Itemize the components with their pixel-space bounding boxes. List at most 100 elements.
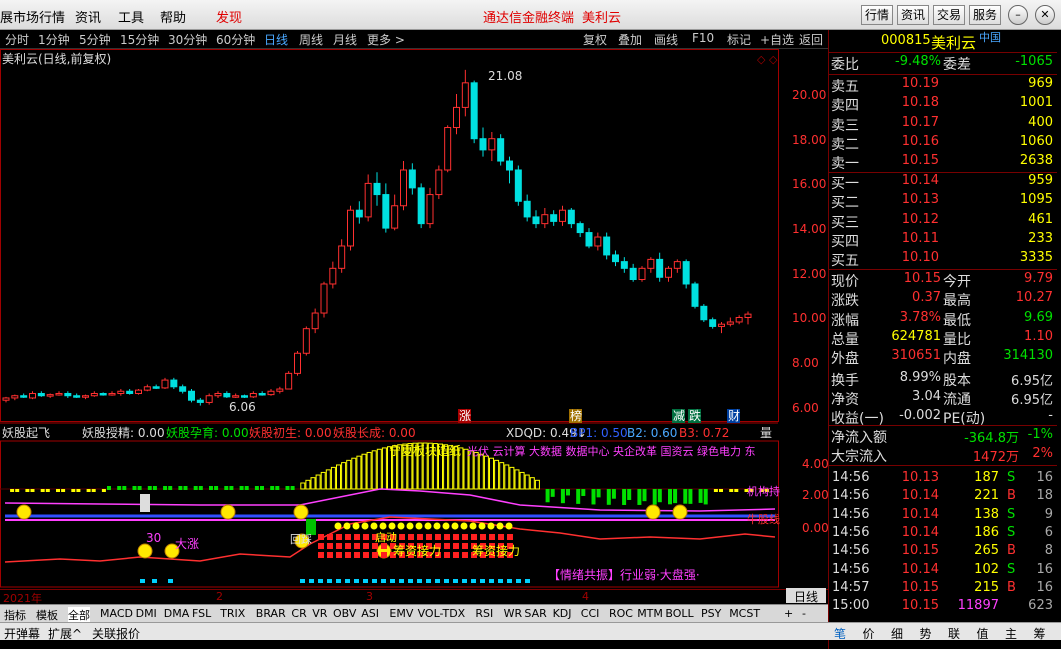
menu-tools[interactable]: 工具 <box>118 7 144 26</box>
period-7[interactable]: 日线 <box>264 31 288 48</box>
indicator-tab[interactable]: EMV <box>389 607 413 620</box>
chart-label: 美利云(日线,前复权) <box>2 51 111 66</box>
panel-tab[interactable]: 主 <box>1005 625 1017 642</box>
tool-fq[interactable]: 复权 <box>583 31 607 48</box>
tool-overlay[interactable]: 叠加 <box>618 31 642 48</box>
indicator-bar <box>137 486 142 490</box>
panel-tab[interactable]: 势 <box>920 625 932 642</box>
period-2[interactable]: 1分钟 <box>38 31 70 48</box>
add-indicator-icon[interactable]: + <box>784 607 793 620</box>
candle <box>426 187 434 229</box>
indicator-bar <box>673 489 678 504</box>
tool-add-fav[interactable]: +自选 <box>760 31 794 48</box>
signal-dot <box>505 522 513 530</box>
indicator-tab[interactable]: 全部 <box>68 607 90 623</box>
period-label[interactable]: 日线 <box>786 588 826 604</box>
indicator-bar <box>668 489 672 505</box>
tool-draw[interactable]: 画线 <box>654 31 678 48</box>
indicator-tab[interactable]: FSL <box>192 607 211 620</box>
buy-row[interactable]: 买三 10.12 461 <box>829 212 1057 231</box>
minimize-icon[interactable]: – <box>1008 5 1028 25</box>
menu-news[interactable]: 资讯 <box>75 7 101 26</box>
indicator-tab[interactable]: TRIX <box>220 607 245 620</box>
chart-area[interactable]: 美利云(日线,前复权) ◇ ◇ 20.00 18.00 16.00 14.00 … <box>0 49 829 604</box>
buy-row[interactable]: 买一 10.14 959 <box>829 173 1057 192</box>
signal-mark <box>453 579 458 583</box>
marker-zhang[interactable]: 涨 <box>459 408 471 423</box>
period-6[interactable]: 60分钟 <box>216 31 255 48</box>
tab-danmu[interactable]: 开弹幕 <box>4 625 40 642</box>
tick-row: 14:56 10.13 187 S 16 <box>832 470 1053 485</box>
diamond-icon[interactable]: ◇ ◇ <box>757 53 778 66</box>
indicator-bar <box>91 489 96 492</box>
tab-expand[interactable]: 扩展^ <box>48 625 82 642</box>
indicator-tab[interactable]: 模板 <box>36 607 58 623</box>
indicator-tab[interactable]: WR <box>504 607 523 620</box>
marker-bang[interactable]: 榜 <box>570 408 582 423</box>
sell-row[interactable]: 卖一 10.15 2638 <box>829 153 1057 172</box>
panel-tab[interactable]: 联 <box>948 625 960 642</box>
period-3[interactable]: 5分钟 <box>79 31 111 48</box>
weicha-label: 委差 <box>943 57 971 73</box>
indicator-tab[interactable]: MCST <box>729 607 760 620</box>
indicator-tab[interactable]: CR <box>291 607 306 620</box>
sell-row[interactable]: 卖二 10.16 1060 <box>829 134 1057 153</box>
indicator-tab[interactable]: ASI <box>361 607 379 620</box>
indicator-tab[interactable]: RSI <box>475 607 493 620</box>
tool-back[interactable]: 返回 <box>799 31 823 48</box>
period-4[interactable]: 15分钟 <box>120 31 159 48</box>
tab-related[interactable]: 关联报价 <box>92 625 140 642</box>
panel-tab[interactable]: 筹 <box>1034 625 1046 642</box>
period-8[interactable]: 周线 <box>299 31 323 48</box>
indicator-bar <box>76 489 81 492</box>
period-1[interactable]: 分时 <box>5 31 29 48</box>
period-9[interactable]: 月线 <box>333 31 357 48</box>
indicator-tab[interactable]: 指标 <box>4 607 26 623</box>
indicator-tab[interactable]: BOLL <box>665 607 693 620</box>
menu-discover[interactable]: 发现 <box>216 7 242 26</box>
panel-tab[interactable]: 价 <box>863 625 875 642</box>
btn-service[interactable]: 服务 <box>969 5 1001 25</box>
indicator-tab[interactable]: MACD <box>100 607 133 620</box>
sell-row[interactable]: 卖五 10.19 969 <box>829 76 1057 95</box>
indicator-tab[interactable]: VR <box>312 607 327 620</box>
panel-tab[interactable]: 笔 <box>834 625 846 642</box>
panel-tab[interactable]: 细 <box>891 625 903 642</box>
sell-row[interactable]: 卖三 10.17 400 <box>829 115 1057 134</box>
tool-f10[interactable]: F10 <box>692 31 714 45</box>
marker-die[interactable]: 跌 <box>689 408 701 423</box>
buy-row[interactable]: 买二 10.13 1095 <box>829 192 1057 211</box>
period-5[interactable]: 30分钟 <box>168 31 207 48</box>
buy-row[interactable]: 买四 10.11 233 <box>829 231 1057 250</box>
market-flag: 中国 <box>979 31 1001 44</box>
indicator-tab[interactable]: KDJ <box>553 607 572 620</box>
panel-tab[interactable]: 值 <box>977 625 989 642</box>
indicator-tab[interactable]: PSY <box>701 607 721 620</box>
indicator-bar <box>581 489 586 496</box>
btn-info[interactable]: 资讯 <box>897 5 929 25</box>
btn-trade[interactable]: 交易 <box>933 5 965 25</box>
indicator-tab[interactable]: VOL-TDX <box>418 607 466 620</box>
marker-jian[interactable]: 减 <box>673 409 685 423</box>
menu-help[interactable]: 帮助 <box>160 7 186 26</box>
indicator-tab[interactable]: CCI <box>581 607 600 620</box>
tool-mark[interactable]: 标记 <box>727 31 751 48</box>
indicator-tab[interactable]: SAR <box>524 607 546 620</box>
candle <box>585 228 593 249</box>
indicator-bar <box>71 489 76 492</box>
indicator-bar <box>310 477 316 490</box>
sell-row[interactable]: 卖四 10.18 1001 <box>829 95 1057 114</box>
indicator-tab[interactable]: OBV <box>333 607 356 620</box>
indicator-tab[interactable]: BRAR <box>256 607 286 620</box>
indicator-tab[interactable]: ROC <box>609 607 633 620</box>
period-more[interactable]: 更多 > <box>367 31 405 48</box>
btn-quote[interactable]: 行情 <box>861 5 893 25</box>
buy-row[interactable]: 买五 10.10 3335 <box>829 250 1057 269</box>
menu-market[interactable]: 展市场行情 <box>0 7 65 26</box>
indicator-tab[interactable]: DMI <box>136 607 157 620</box>
indicator-tab[interactable]: DMA <box>164 607 190 620</box>
marker-cai[interactable]: 财 <box>728 409 740 423</box>
indicator-tab[interactable]: MTM <box>637 607 663 620</box>
remove-indicator-icon[interactable]: - <box>802 607 806 620</box>
close-icon[interactable]: ✕ <box>1035 5 1055 25</box>
